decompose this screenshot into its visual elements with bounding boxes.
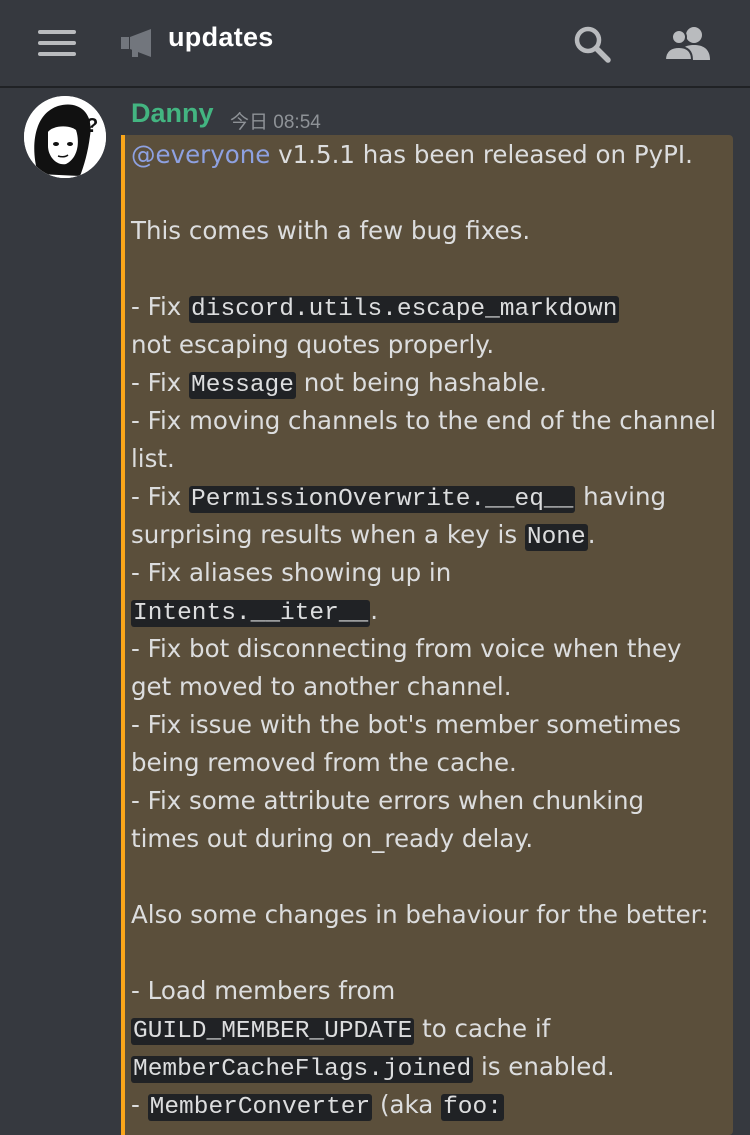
text-line: list. <box>131 440 727 478</box>
text-line: - Fix discord.utils.escape_markdown <box>131 288 727 326</box>
channel-header: updates <box>0 0 750 88</box>
text-run: . <box>370 596 379 625</box>
text-run: not escaping quotes properly. <box>131 330 495 359</box>
svg-text:?: ? <box>86 115 98 137</box>
inline-code: MemberConverter <box>147 1094 373 1121</box>
message-content: @everyone v1.5.1 has been released on Py… <box>131 136 727 1124</box>
text-run: (aka <box>372 1090 442 1119</box>
text-line: - Fix bot disconnecting from voice when … <box>131 630 727 668</box>
text-line: This comes with a few bug fixes. <box>131 212 727 250</box>
text-line: times out during on_ready delay. <box>131 820 727 858</box>
text-run: having <box>575 482 667 511</box>
text-line: Also some changes in behaviour for the b… <box>131 896 727 934</box>
text-run: - Fix bot disconnecting from voice when … <box>131 634 682 663</box>
text-line: - Fix aliases showing up in <box>131 554 727 592</box>
text-run: not being hashable. <box>295 368 548 397</box>
text-line: - Fix moving channels to the end of the … <box>131 402 727 440</box>
text-line: - Fix PermissionOverwrite.__eq__ having <box>131 478 727 516</box>
text-line: Intents.__iter__. <box>131 592 727 630</box>
text-run: - <box>131 1090 148 1119</box>
text-line: - Fix issue with the bot's member someti… <box>131 706 727 744</box>
text-line: being removed from the cache. <box>131 744 727 782</box>
text-run: This comes with a few bug fixes. <box>131 216 531 245</box>
message-timestamp: 今日 08:54 <box>230 112 321 133</box>
text-line: not escaping quotes properly. <box>131 326 727 364</box>
inline-code: Intents.__iter__ <box>131 600 371 627</box>
text-line: - Fix Message not being hashable. <box>131 364 727 402</box>
text-run: times out during on_ready delay. <box>131 824 534 853</box>
hamburger-menu-icon[interactable] <box>38 30 76 56</box>
search-icon[interactable] <box>572 24 612 64</box>
text-run: Also some changes in behaviour for the b… <box>131 900 709 929</box>
text-run: - Fix <box>131 292 190 321</box>
text-run: - Fix aliases showing up in <box>131 558 452 587</box>
text-run: surprising results when a key is <box>131 520 525 549</box>
inline-code: discord.utils.escape_markdown <box>189 296 620 323</box>
text-run: being removed from the cache. <box>131 748 517 777</box>
text-line: surprising results when a key is None. <box>131 516 727 554</box>
inline-code: Message <box>189 372 296 399</box>
text-run: to cache if <box>414 1014 551 1043</box>
message-author[interactable]: Danny <box>131 98 214 129</box>
text-run: - Fix issue with the bot's member someti… <box>131 710 682 739</box>
text-run: list. <box>131 444 175 473</box>
text-run: - Fix moving channels to the end of the … <box>131 406 717 435</box>
text-line: @everyone v1.5.1 has been released on Py… <box>131 136 727 174</box>
inline-code: None <box>524 524 588 551</box>
text-run: . <box>587 520 596 549</box>
message: ? Danny 今日 08:54 @everyone v1.5.1 has be… <box>0 90 750 1135</box>
text-run: - Fix <box>131 368 190 397</box>
text-run: get moved to another channel. <box>131 672 512 701</box>
inline-code: MemberCacheFlags.joined <box>131 1056 474 1083</box>
text-line: - Load members from <box>131 972 727 1010</box>
inline-code: GUILD_MEMBER_UPDATE <box>131 1018 415 1045</box>
text-line: - Fix some attribute errors when chunkin… <box>131 782 727 820</box>
members-icon[interactable] <box>664 26 712 62</box>
announcement-channel-icon <box>121 29 151 57</box>
text-line: MemberCacheFlags.joined is enabled. <box>131 1048 727 1086</box>
text-line: GUILD_MEMBER_UPDATE to cache if <box>131 1010 727 1048</box>
text-line: get moved to another channel. <box>131 668 727 706</box>
channel-name: updates <box>168 22 274 52</box>
inline-code: PermissionOverwrite.__eq__ <box>189 486 576 513</box>
text-run: - Fix some attribute errors when chunkin… <box>131 786 645 815</box>
inline-code: foo: <box>441 1094 504 1121</box>
text-line: - MemberConverter (aka foo: <box>131 1086 727 1124</box>
everyone-mention[interactable]: @everyone <box>131 140 270 169</box>
text-run: v1.5.1 has been released on PyPI. <box>270 140 693 169</box>
text-run: - Load members from <box>131 976 396 1005</box>
text-run: is enabled. <box>473 1052 615 1081</box>
avatar[interactable]: ? <box>24 96 106 178</box>
text-run: - Fix <box>131 482 190 511</box>
